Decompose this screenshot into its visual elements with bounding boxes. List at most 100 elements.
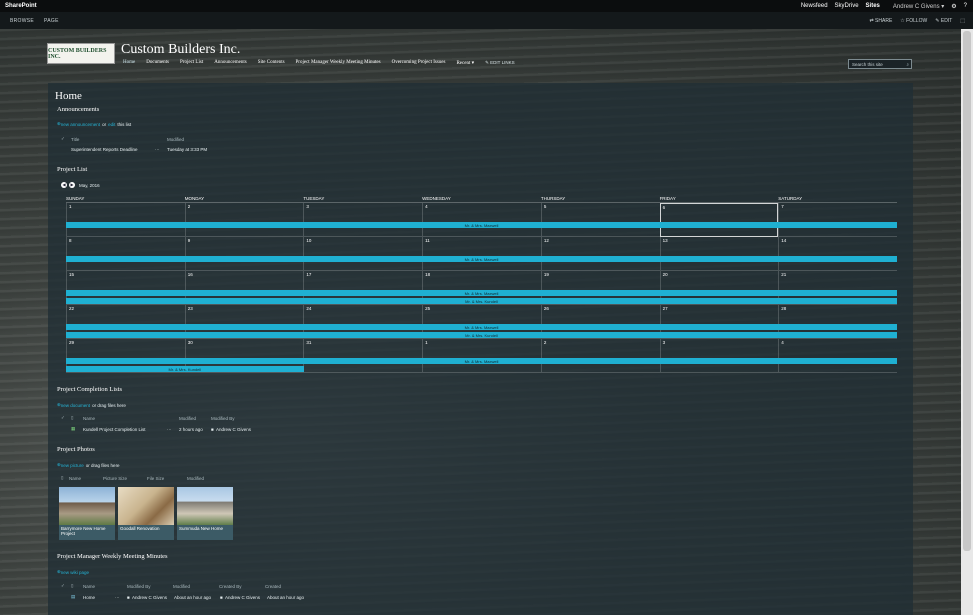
col-modified[interactable]: Modified (187, 476, 204, 481)
calendar-event[interactable]: Mr. & Mrs. Kundell (66, 332, 897, 338)
nav-announcements[interactable]: Announcements (214, 60, 247, 66)
question-icon[interactable]: ? (964, 3, 967, 9)
calendar-day[interactable]: 3 (659, 339, 779, 373)
nav-project-list[interactable]: Project List (180, 60, 203, 66)
search-icon[interactable]: ⌕ (906, 62, 909, 67)
vertical-scrollbar[interactable] (961, 29, 973, 615)
col-modified[interactable]: Modified (179, 416, 211, 421)
col-modified[interactable]: Modified (173, 584, 219, 589)
suite-link-skydrive[interactable]: SkyDrive (835, 3, 859, 9)
col-picture-size[interactable]: Picture Size (103, 476, 147, 481)
calendar-day[interactable]: 9 (184, 237, 304, 271)
col-file-size[interactable]: File Size (147, 476, 187, 481)
photos-title[interactable]: Project Photos (57, 446, 95, 453)
gear-icon[interactable]: ⚙ (951, 3, 956, 10)
calendar-event[interactable]: Mr. & Mrs. Maxwell (66, 256, 897, 262)
calendar-event[interactable]: Mr. & Mrs. Maxwell (66, 358, 897, 364)
ellipsis-icon[interactable]: ··· (167, 427, 179, 432)
new-announcement-link[interactable]: new announcement (61, 122, 100, 127)
photo-tile[interactable]: Summuda New Home (177, 487, 233, 540)
nav-site-contents[interactable]: Site Contents (258, 60, 285, 66)
nav-home[interactable]: Home (123, 60, 135, 66)
photo-tile[interactable]: Barrymore New Home Project (59, 487, 115, 540)
col-created-by[interactable]: Created By (219, 584, 265, 589)
col-name[interactable]: Name (83, 584, 127, 589)
new-wiki-page-link[interactable]: new wiki page (61, 570, 89, 575)
calendar-day[interactable]: 1 (422, 339, 541, 373)
focus-icon[interactable]: ⬚ (960, 18, 965, 24)
suite-link-newsfeed[interactable]: Newsfeed (801, 3, 828, 9)
calendar-day[interactable]: 2 (540, 339, 660, 373)
announcement-title[interactable]: Superintendent Reports Deadline (71, 147, 155, 152)
calendar-day[interactable]: 1 (66, 203, 185, 237)
col-created[interactable]: Created (265, 584, 281, 589)
photo-tile[interactable]: Goodall Renovation (118, 487, 174, 540)
calendar-day[interactable]: 4 (422, 203, 541, 237)
calendar-day[interactable]: 13 (659, 237, 779, 271)
calendar-day[interactable]: 7 (778, 203, 897, 237)
follow-button[interactable]: ☆ FOLLOW (900, 18, 927, 24)
edit-list-link[interactable]: edit (108, 122, 115, 127)
calendar-day[interactable]: 12 (540, 237, 660, 271)
col-modified-by[interactable]: Modified By (127, 584, 173, 589)
ellipsis-icon[interactable]: ··· (155, 147, 167, 152)
calendar-day[interactable]: 2 (184, 203, 304, 237)
tab-page[interactable]: PAGE (44, 18, 59, 24)
completion-title[interactable]: Project Completion Lists (57, 386, 122, 393)
col-name[interactable]: Name (83, 416, 179, 421)
calendar-day[interactable]: 4 (778, 339, 897, 373)
user-menu[interactable]: Andrew C Givens ▾ (893, 3, 944, 10)
page-name[interactable]: Home (83, 595, 115, 600)
check-icon[interactable]: ✓ (61, 136, 71, 142)
calendar-day-today[interactable]: 6 (659, 203, 779, 237)
table-row[interactable]: Superintendent Reports Deadline ··· Tues… (71, 147, 207, 152)
col-modified[interactable]: Modified (167, 137, 184, 142)
document-modified-by[interactable]: Andrew C Givens (216, 427, 251, 432)
calendar-day[interactable]: 3 (303, 203, 423, 237)
calendar-day[interactable]: 10 (303, 237, 423, 271)
table-row[interactable]: ▤ Home ··· ■ Andrew C Givens About an ho… (71, 594, 304, 600)
next-month-icon[interactable]: ▶ (69, 182, 75, 188)
site-title[interactable]: Custom Builders Inc. (121, 42, 240, 58)
calendar-day[interactable]: 8 (66, 237, 185, 271)
suite-brand[interactable]: SharePoint (5, 3, 37, 9)
edit-links-button[interactable]: ✎ EDIT LINKS (485, 60, 514, 66)
created-by[interactable]: Andrew C Givens (225, 595, 267, 600)
share-button[interactable]: ⇄ SHARE (869, 18, 892, 24)
nav-meeting-minutes[interactable]: Project Manager Weekly Meeting Minutes (296, 60, 381, 66)
suite-link-sites[interactable]: Sites (866, 3, 880, 9)
search-box[interactable]: Search this site ⌕ (848, 59, 912, 69)
new-picture-link[interactable]: new picture (61, 463, 84, 468)
calendar-day[interactable]: 5 (540, 203, 660, 237)
nav-project-issues[interactable]: Overcoming Project Issues (392, 60, 446, 66)
site-logo[interactable]: CUSTOM BUILDERS INC. (47, 43, 115, 64)
prev-month-icon[interactable]: ◀ (61, 182, 67, 188)
ellipsis-icon[interactable]: ··· (115, 595, 127, 600)
tab-browse[interactable]: BROWSE (10, 18, 34, 24)
calendar-day[interactable]: 31 (303, 339, 423, 373)
document-name[interactable]: Kundell Project Completion List (83, 427, 167, 432)
search-input[interactable]: Search this site (852, 62, 883, 67)
calendar-day[interactable]: 11 (422, 237, 541, 271)
project-list-title[interactable]: Project List (57, 166, 87, 173)
col-modified-by[interactable]: Modified By (211, 416, 235, 421)
col-name[interactable]: Name (69, 476, 103, 481)
calendar-event[interactable]: Mr. & Mrs. Maxwell (66, 222, 897, 228)
calendar-event[interactable]: Mr. & Mrs. Kundell (66, 366, 304, 372)
calendar-event[interactable]: Mr. & Mrs. Maxwell (66, 290, 897, 296)
check-icon[interactable]: ✓ (61, 415, 71, 421)
calendar-event[interactable]: Mr. & Mrs. Kundell (66, 298, 897, 304)
nav-documents[interactable]: Documents (146, 60, 169, 66)
calendar-day[interactable]: 14 (778, 237, 897, 271)
edit-button[interactable]: ✎ EDIT (935, 18, 952, 24)
announcements-title[interactable]: Announcements (57, 106, 99, 113)
nav-recent[interactable]: Recent ▾ (456, 60, 474, 66)
calendar-event[interactable]: Mr. & Mrs. Maxwell (66, 324, 897, 330)
col-title[interactable]: Title (71, 137, 167, 142)
table-row[interactable]: ▦ Kundell Project Completion List ··· 2 … (71, 426, 251, 432)
minutes-title[interactable]: Project Manager Weekly Meeting Minutes (57, 553, 168, 560)
modified-by[interactable]: Andrew C Givens (132, 595, 174, 600)
scrollbar-thumb[interactable] (963, 31, 971, 551)
new-document-link[interactable]: new document (61, 403, 90, 408)
check-icon[interactable]: ✓ (61, 583, 71, 589)
